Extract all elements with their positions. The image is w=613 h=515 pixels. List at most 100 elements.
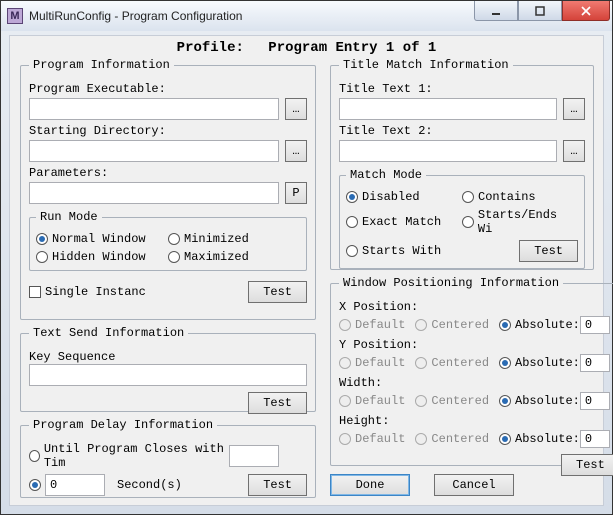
run-mode-legend: Run Mode [36,210,102,224]
match-mode-exact-radio[interactable]: Exact Match [346,215,462,229]
title-text-1-input[interactable] [339,98,557,120]
match-mode-group: Match Mode Disabled Contains Exact Match… [339,168,585,269]
seconds-label: Second(s) [117,478,248,492]
match-mode-contains-radio[interactable]: Contains [462,190,578,204]
client-area: Profile: Program Entry 1 of 1 Program In… [9,35,604,506]
h-absolute-input[interactable] [580,430,610,448]
program-info-test-button[interactable]: Test [248,281,307,303]
run-mode-hidden-label: Hidden Window [52,250,146,264]
y-position-label: Y Position: [339,338,613,352]
w-centered-label: Centered [431,394,489,408]
match-mode-contains-label: Contains [478,190,536,204]
title-text-2-browse-button[interactable]: … [563,140,585,162]
y-absolute-radio[interactable]: Absolute: [499,354,610,372]
x-absolute-input[interactable] [580,316,610,334]
h-absolute-radio[interactable]: Absolute: [499,430,610,448]
window-positioning-group: Window Positioning Information X Positio… [330,276,613,466]
profile-label: Profile: [177,40,244,56]
run-mode-group: Run Mode Normal Window Minimized Hidden … [29,210,307,271]
match-mode-legend: Match Mode [346,168,426,182]
until-program-closes-label: Until Program Closes with Tim [44,442,229,470]
w-absolute-input[interactable] [580,392,610,410]
w-centered-radio: Centered [415,394,489,408]
titlebar[interactable]: M MultiRunConfig - Program Configuration [1,1,612,31]
title-match-legend: Title Match Information [339,58,513,72]
x-position-label: X Position: [339,300,613,314]
profile-value: Program Entry 1 of 1 [268,40,436,56]
y-default-label: Default [355,356,405,370]
run-mode-normal-label: Normal Window [52,232,146,246]
y-absolute-label: Absolute: [515,356,580,370]
x-centered-radio: Centered [415,318,489,332]
run-mode-maximized-label: Maximized [184,250,249,264]
maximize-button[interactable] [518,1,562,21]
text-send-legend: Text Send Information [29,326,188,340]
y-centered-radio: Centered [415,356,489,370]
program-information-group: Program Information Program Executable: … [20,58,316,320]
x-absolute-label: Absolute: [515,318,580,332]
match-mode-starts-with-label: Starts With [362,244,441,258]
match-mode-starts-ends-radio[interactable]: Starts/Ends Wi [462,208,578,236]
window-positioning-legend: Window Positioning Information [339,276,563,290]
y-absolute-input[interactable] [580,354,610,372]
w-absolute-label: Absolute: [515,394,580,408]
match-mode-disabled-label: Disabled [362,190,420,204]
starting-directory-input[interactable] [29,140,279,162]
x-absolute-radio[interactable]: Absolute: [499,316,610,334]
app-icon: M [7,8,23,24]
w-absolute-radio[interactable]: Absolute: [499,392,610,410]
until-program-closes-radio[interactable]: Until Program Closes with Tim [29,442,229,470]
run-mode-normal-radio[interactable]: Normal Window [36,232,168,246]
match-mode-starts-with-radio[interactable]: Starts With [346,244,462,258]
match-mode-test-button[interactable]: Test [519,240,578,262]
program-executable-label: Program Executable: [29,82,307,96]
parameters-p-button[interactable]: P [285,182,307,204]
title-text-1-browse-button[interactable]: … [563,98,585,120]
match-mode-exact-label: Exact Match [362,215,441,229]
run-mode-maximized-radio[interactable]: Maximized [168,250,300,264]
y-centered-label: Centered [431,356,489,370]
done-button[interactable]: Done [330,474,410,496]
y-default-radio: Default [339,356,405,370]
key-sequence-label: Key Sequence [29,350,307,364]
cancel-button[interactable]: Cancel [434,474,514,496]
w-default-label: Default [355,394,405,408]
program-executable-browse-button[interactable]: … [285,98,307,120]
key-sequence-input[interactable] [29,364,307,386]
height-label: Height: [339,414,613,428]
delay-test-button[interactable]: Test [248,474,307,496]
h-default-label: Default [355,432,405,446]
positioning-test-button[interactable]: Test [561,454,613,476]
starting-directory-label: Starting Directory: [29,124,307,138]
single-instance-label: Single Instanc [45,285,146,299]
seconds-value-input[interactable] [45,474,105,496]
seconds-radio[interactable] [29,479,45,491]
minimize-button[interactable] [474,1,518,21]
run-mode-hidden-radio[interactable]: Hidden Window [36,250,168,264]
run-mode-minimized-radio[interactable]: Minimized [168,232,300,246]
parameters-label: Parameters: [29,166,307,180]
program-information-legend: Program Information [29,58,174,72]
title-text-2-input[interactable] [339,140,557,162]
footer-buttons: Done Cancel [330,474,514,496]
window-title: MultiRunConfig - Program Configuration [29,9,474,23]
program-delay-legend: Program Delay Information [29,418,217,432]
match-mode-disabled-radio[interactable]: Disabled [346,190,462,204]
title-text-2-label: Title Text 2: [339,124,585,138]
text-send-test-button[interactable]: Test [248,392,307,414]
close-button[interactable] [562,1,610,21]
program-executable-input[interactable] [29,98,279,120]
window-frame: M MultiRunConfig - Program Configuration… [0,0,613,515]
h-centered-radio: Centered [415,432,489,446]
profile-header: Profile: Program Entry 1 of 1 [10,40,603,56]
single-instance-checkbox[interactable]: Single Instanc [29,285,248,299]
until-program-closes-value-input[interactable] [229,445,279,467]
title-match-group: Title Match Information Title Text 1: … … [330,58,594,270]
text-send-group: Text Send Information Key Sequence Test [20,326,316,412]
match-mode-starts-ends-label: Starts/Ends Wi [478,208,578,236]
program-delay-group: Program Delay Information Until Program … [20,418,316,498]
h-absolute-label: Absolute: [515,432,580,446]
width-label: Width: [339,376,613,390]
starting-directory-browse-button[interactable]: … [285,140,307,162]
parameters-input[interactable] [29,182,279,204]
